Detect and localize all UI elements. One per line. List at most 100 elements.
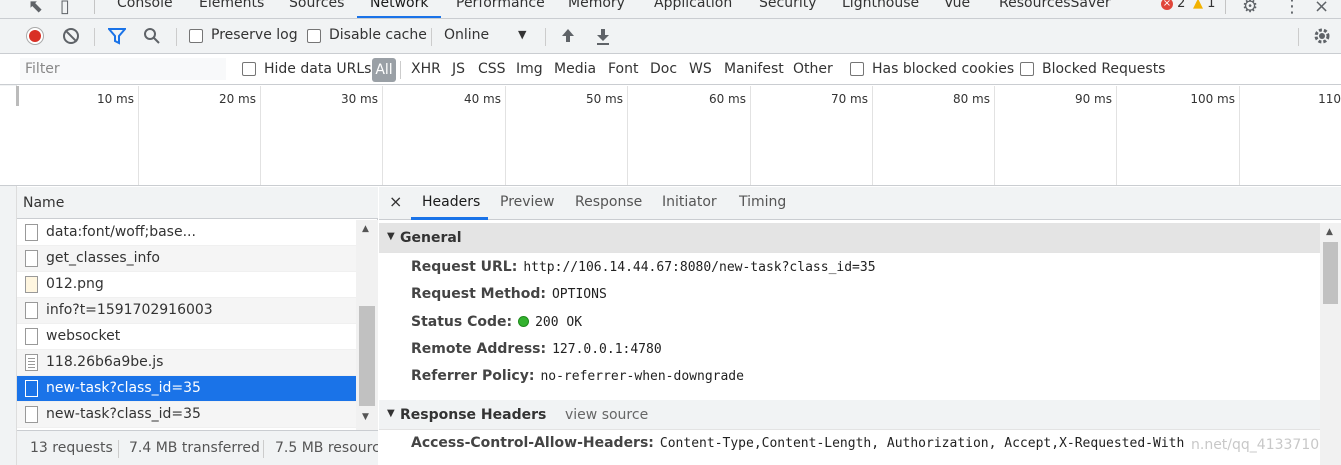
name-column-header[interactable]: Name (23, 195, 64, 211)
filter-funnel-icon[interactable] (108, 27, 126, 45)
scroll-up-arrow-icon[interactable]: ▲ (362, 224, 369, 234)
file-icon (25, 302, 38, 319)
tab-elements[interactable]: Elements (199, 0, 264, 11)
disable-cache-checkbox[interactable] (307, 29, 321, 43)
device-toolbar-icon[interactable]: ▯ (60, 0, 70, 17)
type-filter-css[interactable]: CSS (478, 61, 506, 77)
type-filter-all[interactable]: All (372, 58, 396, 82)
import-har-icon[interactable] (560, 27, 576, 45)
type-filter-media[interactable]: Media (554, 61, 596, 77)
request-url-row: Request URL: http://106.14.44.67:8080/new… (411, 259, 876, 279)
summary-separator (263, 440, 264, 458)
timeline-tick-label: 10 ms (96, 92, 134, 106)
warning-badge[interactable]: ▲ 1 (1193, 0, 1215, 11)
tab-vue[interactable]: Vue (944, 0, 970, 11)
settings-gear-icon[interactable]: ⚙ (1242, 0, 1258, 17)
close-devtools-icon[interactable]: × (1314, 0, 1329, 17)
network-toolbar: Preserve log Disable cache Online ▼ (0, 19, 1341, 54)
type-filter-xhr[interactable]: XHR (411, 61, 441, 77)
tab-initiator[interactable]: Initiator (662, 194, 717, 210)
tab-timing[interactable]: Timing (739, 194, 786, 210)
expand-triangle-icon: ▼ (387, 408, 395, 419)
request-list-scrollbar[interactable]: ▲ ▼ (356, 220, 378, 430)
file-icon (25, 250, 38, 267)
request-row[interactable]: websocket (17, 324, 356, 350)
tab-response[interactable]: Response (575, 194, 642, 210)
transferred-size: 7.4 MB transferred (129, 440, 260, 456)
timeline-tick-label: 80 ms (952, 92, 990, 106)
type-filter-other[interactable]: Other (793, 61, 833, 77)
preserve-log-checkbox[interactable] (189, 29, 203, 43)
record-icon[interactable] (26, 27, 44, 45)
type-filter-img[interactable]: Img (516, 61, 543, 77)
header-key: Request Method: (411, 286, 546, 302)
tab-headers[interactable]: Headers (422, 194, 480, 210)
referrer-policy-row: Referrer Policy: no-referrer-when-downgra… (411, 368, 744, 388)
response-headers-section-header[interactable]: ▼ Response Headers view source (379, 400, 1320, 430)
detail-tab-bar: × Headers Preview Response Initiator Tim… (379, 187, 1341, 220)
type-filter-ws[interactable]: WS (689, 61, 712, 77)
request-row[interactable]: 118.26b6a9be.js (17, 350, 356, 376)
tab-memory[interactable]: Memory (568, 0, 625, 11)
header-value: 127.0.0.1:4780 (552, 342, 662, 357)
type-filter-font[interactable]: Font (608, 61, 638, 77)
more-options-icon[interactable]: ⋮ (1283, 0, 1301, 17)
request-list-header[interactable]: Name (17, 187, 378, 219)
timeline-start-handle[interactable] (16, 86, 19, 106)
has-blocked-cookies-checkbox[interactable] (850, 62, 864, 76)
dropdown-caret-icon[interactable]: ▼ (518, 28, 526, 41)
error-icon: × (1161, 0, 1173, 10)
timeline-tick-label: 30 ms (340, 92, 378, 106)
tab-preview[interactable]: Preview (500, 194, 555, 210)
file-icon (25, 380, 38, 397)
image-file-icon (25, 276, 38, 293)
tab-console[interactable]: Console (117, 0, 173, 11)
general-section-header[interactable]: ▼ General (379, 223, 1320, 253)
type-filter-js[interactable]: JS (452, 61, 465, 77)
tab-separator (94, 0, 95, 14)
request-row-selected[interactable]: new-task?class_id=35 (17, 376, 356, 402)
scroll-up-arrow-icon[interactable]: ▲ (1326, 227, 1333, 237)
request-row[interactable]: get_classes_info (17, 246, 356, 272)
header-key: Status Code: (411, 314, 513, 330)
tab-sources[interactable]: Sources (289, 0, 344, 11)
blocked-requests-checkbox[interactable] (1020, 62, 1034, 76)
request-row[interactable]: data:font/woff;base... (17, 220, 356, 246)
network-settings-gear-icon[interactable] (1312, 26, 1332, 46)
scrollbar-thumb[interactable] (1323, 242, 1338, 304)
view-source-link[interactable]: view source (565, 407, 648, 423)
request-row[interactable]: info?t=1591702916003 (17, 298, 356, 324)
close-icon[interactable]: × (389, 192, 402, 211)
timeline-gridline (627, 86, 628, 185)
detail-scrollbar[interactable]: ▲ (1320, 223, 1341, 465)
search-icon[interactable] (143, 27, 161, 45)
hide-data-urls-checkbox[interactable] (242, 62, 256, 76)
timeline-overview[interactable]: 10 ms 20 ms 30 ms 40 ms 50 ms 60 ms 70 m… (0, 86, 1341, 186)
tab-performance[interactable]: Performance (456, 0, 545, 11)
scroll-down-arrow-icon[interactable]: ▼ (362, 412, 369, 422)
tab-application[interactable]: Application (654, 0, 732, 11)
clear-icon[interactable] (63, 28, 79, 44)
preserve-log-label: Preserve log (211, 27, 298, 43)
tab-lighthouse[interactable]: Lighthouse (842, 0, 919, 11)
disable-cache-label: Disable cache (329, 27, 427, 43)
filter-input[interactable] (20, 58, 226, 80)
request-row[interactable]: 012.png (17, 272, 356, 298)
scrollbar-thumb[interactable] (359, 306, 375, 406)
tab-security[interactable]: Security (759, 0, 817, 11)
toolbar-separator (176, 28, 177, 46)
type-filter-manifest[interactable]: Manifest (724, 61, 784, 77)
tab-network[interactable]: Network (370, 0, 428, 11)
request-row[interactable]: new-task?class_id=35 (17, 402, 356, 428)
export-har-icon[interactable] (595, 27, 611, 45)
request-detail-panel: × Headers Preview Response Initiator Tim… (379, 187, 1341, 465)
throttling-select[interactable]: Online (444, 27, 489, 43)
tab-resourcessaver[interactable]: ResourcesSaver (999, 0, 1111, 11)
type-filter-doc[interactable]: Doc (650, 61, 677, 77)
inspect-element-icon[interactable]: ⬉ (28, 0, 43, 17)
error-badge[interactable]: × 2 (1161, 0, 1185, 11)
warning-count: 1 (1207, 0, 1216, 11)
timeline-gridline (138, 86, 139, 185)
request-name: 118.26b6a9be.js (46, 354, 164, 370)
hide-data-urls-label: Hide data URLs (264, 61, 372, 77)
